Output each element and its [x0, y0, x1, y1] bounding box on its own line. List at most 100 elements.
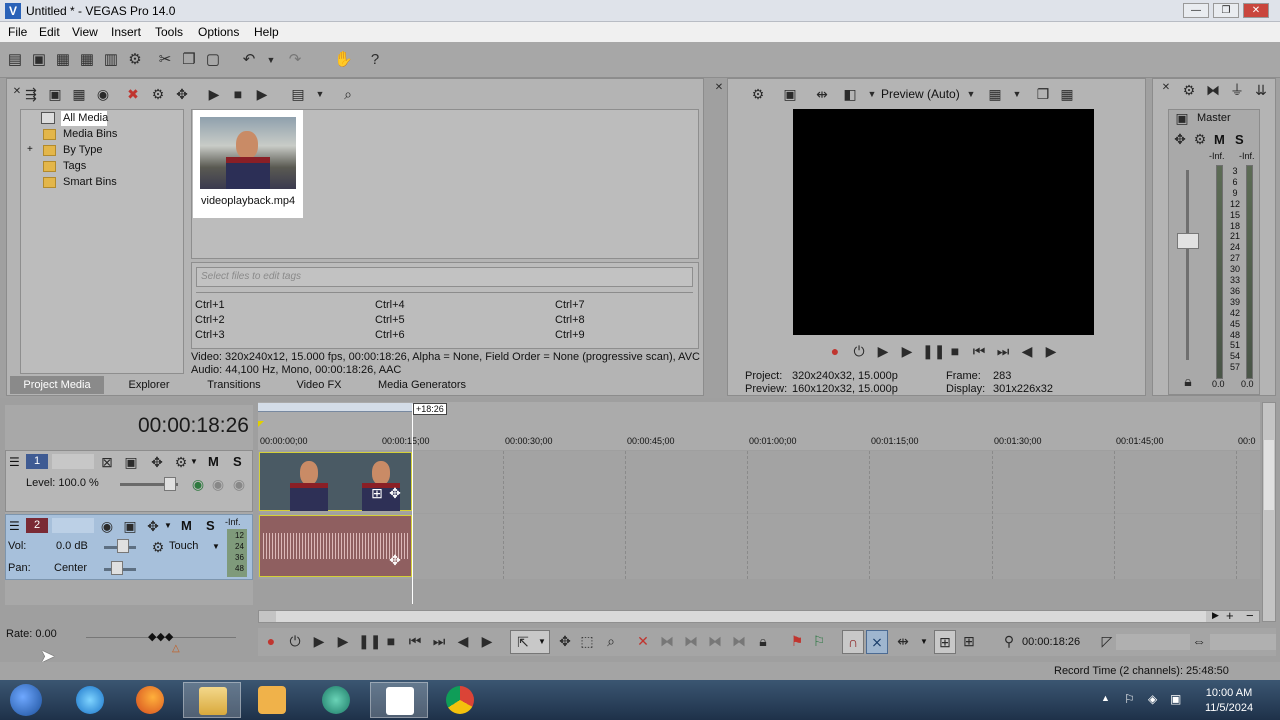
- tag-input[interactable]: Select files to edit tags: [196, 267, 693, 287]
- tag-shortcut[interactable]: Ctrl+2: [195, 314, 225, 326]
- cut-icon[interactable]: ✂: [156, 51, 174, 69]
- taskbar-firefox[interactable]: [121, 682, 179, 718]
- track-fx-icon[interactable]: ▣: [122, 454, 140, 470]
- playhead-cursor[interactable]: [412, 404, 413, 604]
- automation-mode-dropdown-icon[interactable]: ▼: [212, 542, 220, 551]
- play-preview-icon[interactable]: ▶: [205, 86, 223, 102]
- track-automation-icon[interactable]: ✥: [144, 518, 162, 534]
- action-center-icon[interactable]: ⚐: [1124, 692, 1135, 706]
- lock-envelopes-icon[interactable]: ⊞: [936, 634, 954, 650]
- search-icon[interactable]: ⌕: [339, 86, 357, 102]
- render-as-icon[interactable]: ▥: [102, 51, 120, 69]
- normal-edit-tool-icon[interactable]: ⇱: [514, 634, 532, 650]
- parent-composite-icon[interactable]: ◉: [209, 476, 227, 492]
- track-solo-button[interactable]: S: [233, 454, 242, 469]
- rate-slider-handle[interactable]: ◆◆◆: [148, 630, 173, 643]
- stop-preview-icon[interactable]: ■: [229, 86, 247, 102]
- menu-options[interactable]: Options: [198, 25, 239, 39]
- mixer-fx-icon[interactable]: ⇊: [1252, 82, 1270, 98]
- pause-icon[interactable]: ❚❚: [358, 633, 381, 649]
- capture-icon[interactable]: ▣: [46, 86, 64, 102]
- views-icon[interactable]: ▤: [289, 86, 307, 102]
- selection-length-field[interactable]: [1116, 634, 1190, 650]
- track-collapse-icon[interactable]: ☰: [9, 455, 20, 469]
- tree-item-by-type[interactable]: By Type: [63, 144, 103, 156]
- redo-icon[interactable]: ↷: [286, 51, 304, 69]
- bus-envelope-icon[interactable]: ✥: [1171, 131, 1189, 147]
- zoom-in-icon[interactable]: +: [1226, 608, 1234, 623]
- master-solo-button[interactable]: S: [1235, 132, 1244, 147]
- crossfade-icon[interactable]: ⨯: [868, 634, 886, 650]
- save-as-icon[interactable]: ▦: [78, 51, 96, 69]
- menu-view[interactable]: View: [72, 25, 98, 39]
- overlays-dropdown-icon[interactable]: ▼: [1008, 86, 1026, 102]
- track-settings-dropdown-icon[interactable]: ▼: [190, 457, 198, 466]
- record-icon[interactable]: ●: [826, 343, 844, 359]
- insert-marker-icon[interactable]: ⚑: [788, 633, 806, 649]
- taskbar-internet-explorer[interactable]: [61, 682, 119, 718]
- preview-quality-arrow-icon[interactable]: ▼: [962, 86, 980, 102]
- arm-record-icon[interactable]: ◉: [98, 518, 116, 534]
- play-icon[interactable]: ▶: [898, 343, 916, 359]
- lock-icon[interactable]: 🔒︎: [1179, 373, 1197, 389]
- minimize-button[interactable]: —: [1183, 3, 1209, 18]
- media-fx-icon[interactable]: ✥: [173, 86, 191, 102]
- video-track-header[interactable]: ☰ 1 ⊠ ▣ ✥ ⚙ ▼ M S Level: 100.0 % ◉ ◉ ◉: [5, 450, 253, 512]
- menu-help[interactable]: Help: [254, 25, 279, 39]
- scroll-right-icon[interactable]: ▶: [1212, 610, 1219, 621]
- tag-shortcut[interactable]: Ctrl+6: [375, 329, 405, 341]
- track-name-field[interactable]: [52, 518, 94, 533]
- split-icon[interactable]: ⧓: [730, 633, 748, 649]
- magnet-icon[interactable]: ∩: [844, 634, 862, 650]
- preview-mode-dropdown-icon[interactable]: ▼: [863, 86, 881, 102]
- taskbar-vegas-pro[interactable]: [370, 682, 428, 718]
- taskbar-chrome[interactable]: [431, 682, 489, 718]
- next-frame-icon[interactable]: ▶: [478, 633, 496, 649]
- views-dropdown-icon[interactable]: ▼: [311, 86, 329, 102]
- downmix-icon[interactable]: ⧓: [1204, 82, 1222, 98]
- ripple-dropdown-icon[interactable]: ▼: [920, 637, 928, 646]
- track-name-field[interactable]: [52, 454, 94, 469]
- dim-output-icon[interactable]: ⏚: [1228, 82, 1246, 98]
- insert-region-icon[interactable]: ⚐: [810, 633, 828, 649]
- undo-dropdown-icon[interactable]: ▼: [262, 51, 280, 69]
- master-fader-handle[interactable]: [1177, 233, 1199, 249]
- snapshot-icon[interactable]: ✋: [334, 51, 353, 69]
- mixer-settings-icon[interactable]: ⚙: [1180, 82, 1198, 98]
- tree-item-tags[interactable]: Tags: [63, 160, 86, 172]
- tag-shortcut[interactable]: Ctrl+5: [375, 314, 405, 326]
- scrollbar-thumb[interactable]: [276, 611, 1206, 622]
- vol-slider-handle[interactable]: [117, 539, 129, 553]
- delete-icon[interactable]: ✕: [634, 633, 652, 649]
- event-crop-icon[interactable]: ⊞: [368, 485, 386, 501]
- automation-mode-icon[interactable]: ⚙: [149, 539, 167, 555]
- trim-start-icon[interactable]: ⧓: [682, 633, 700, 649]
- help-icon[interactable]: ?: [366, 51, 384, 69]
- tab-transitions[interactable]: Transitions: [198, 376, 270, 394]
- track-fx-icon[interactable]: ▣: [121, 518, 139, 534]
- save-snapshot-icon[interactable]: ▦: [1058, 86, 1076, 102]
- volume-icon[interactable]: ◈: [1148, 692, 1157, 706]
- get-media-icon[interactable]: ▦: [70, 86, 88, 102]
- lock-event-icon[interactable]: 🔒︎: [754, 633, 772, 649]
- record-icon[interactable]: ●: [262, 633, 280, 649]
- auto-preview-icon[interactable]: ▶: [253, 86, 271, 102]
- tab-media-generators[interactable]: Media Generators: [372, 376, 472, 394]
- edit-tool-dropdown-icon[interactable]: ▼: [538, 637, 546, 646]
- go-to-end-icon[interactable]: ⏭: [430, 633, 448, 649]
- open-icon[interactable]: ▣: [30, 51, 48, 69]
- preview-quality-dropdown[interactable]: Preview (Auto): [881, 87, 960, 101]
- copy-icon[interactable]: ❐: [180, 51, 198, 69]
- stop-icon[interactable]: ■: [382, 633, 400, 649]
- tag-shortcut[interactable]: Ctrl+1: [195, 299, 225, 311]
- tab-video-fx[interactable]: Video FX: [290, 376, 348, 394]
- menu-file[interactable]: File: [8, 25, 27, 39]
- loop-region-field[interactable]: [1210, 634, 1276, 650]
- tab-explorer[interactable]: Explorer: [118, 376, 180, 394]
- loop-icon[interactable]: ⏻: [286, 633, 304, 649]
- bus-settings-icon[interactable]: ⚙: [1191, 131, 1209, 147]
- tag-shortcut[interactable]: Ctrl+3: [195, 329, 225, 341]
- vertical-scrollbar-thumb[interactable]: [1264, 440, 1274, 510]
- taskbar-file-explorer[interactable]: [183, 682, 241, 718]
- track-motion-icon[interactable]: ⊠: [98, 454, 116, 470]
